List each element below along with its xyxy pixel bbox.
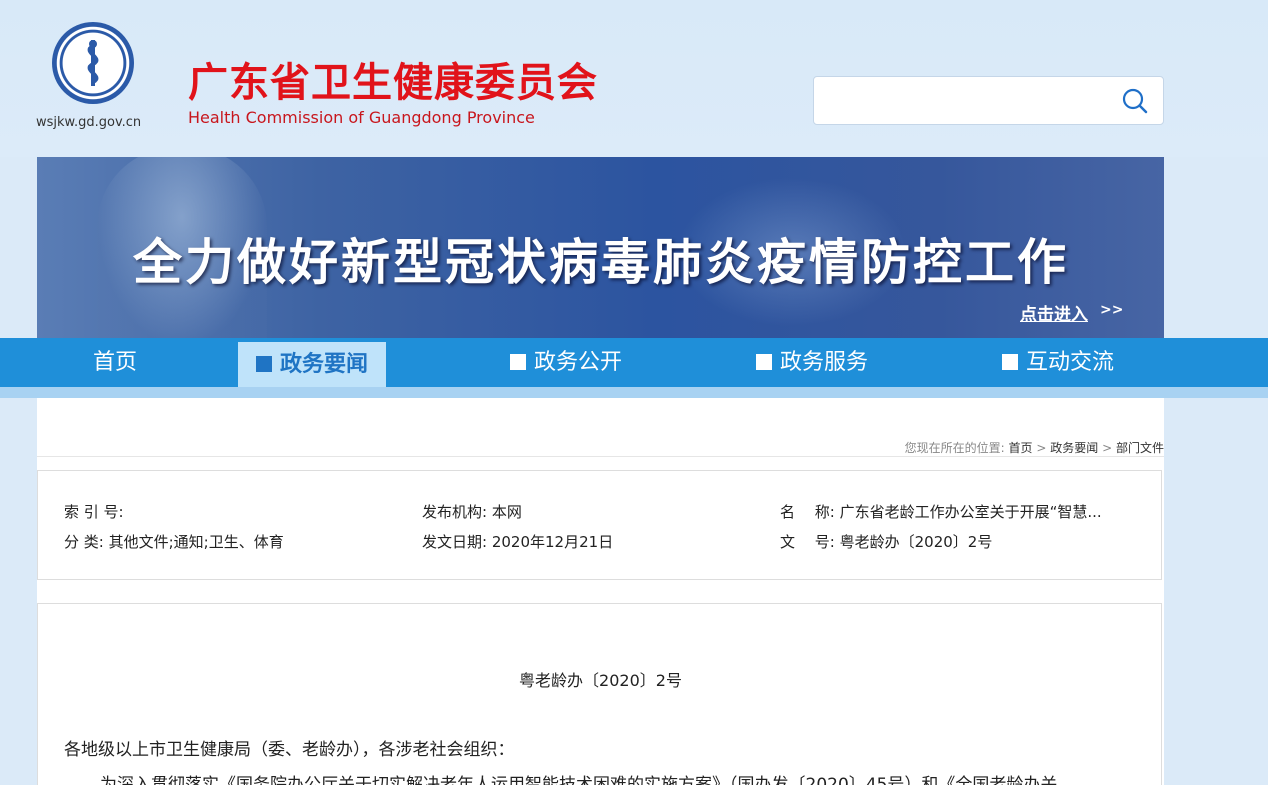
breadcrumb-separator: > [1036,441,1047,455]
nav-item-label: 政务要闻 [280,352,369,377]
breadcrumb: 您现在所在的位置: 首页 > 政务要闻 > 部门文件 [905,439,1164,456]
main-nav: 首页 政务要闻 政务公开 政务服务 互动交流 [0,338,1268,387]
site-header: wsjkw.gd.gov.cn 广东省卫生健康委员会 Health Commis… [0,0,1268,157]
doc-paragraph: 为深入贯彻落实《国务院办公厅关于切实解决老年人运用智能技术困难的实施方案》（国办… [100,775,1058,785]
document-body: 粤老龄办〔2020〕2号 各地级以上市卫生健康局（委、老龄办），各涉老社会组织：… [37,603,1162,785]
search-icon[interactable] [1121,87,1149,115]
name-value: 广东省老龄工作办公室关于开展“智慧... [839,503,1102,521]
publisher-label: 发布机构: [422,503,488,521]
index-label: 索 引 号: [64,503,124,521]
date-label: 发文日期: [422,533,488,551]
banner-headline: 全力做好新型冠状病毒肺炎疫情防控工作 [133,234,1070,291]
name-label: 名 称: [780,503,835,521]
breadcrumb-separator: > [1102,441,1113,455]
doc-salutation: 各地级以上市卫生健康局（委、老龄办），各涉老社会组织： [64,740,515,760]
banner-arrows: >> [1100,302,1124,318]
banner-enter-link[interactable]: 点击进入 [1020,300,1088,325]
search-box [813,76,1164,125]
category-value: 其他文件;通知;卫生、体育 [108,533,284,551]
search-input[interactable] [824,87,1114,115]
publisher-value: 本网 [491,503,522,521]
issue-date: 发文日期: 2020年12月21日 [422,531,613,552]
health-commission-logo-icon[interactable] [52,22,134,104]
document-icon [756,354,772,370]
chat-icon [1002,354,1018,370]
breadcrumb-news[interactable]: 政务要闻 [1050,441,1098,455]
nav-item-home[interactable]: 首页 [93,338,137,387]
epidemic-banner[interactable]: 全力做好新型冠状病毒肺炎疫情防控工作 点击进入 >> [37,157,1164,340]
category: 分 类: 其他文件;通知;卫生、体育 [64,531,284,552]
document-name: 名 称: 广东省老龄工作办公室关于开展“智慧... [780,501,1102,522]
nav-item-label: 首页 [93,350,138,375]
nav-item-gov-open[interactable]: 政务公开 [510,338,622,387]
publisher: 发布机构: 本网 [422,501,522,522]
nav-item-news[interactable]: 政务要闻 [238,342,387,387]
breadcrumb-dept-docs[interactable]: 部门文件 [1116,441,1164,455]
divider [37,456,1164,457]
docnum-label: 文 号: [780,533,835,551]
content-page: 您现在所在的位置: 首页 > 政务要闻 > 部门文件 索 引 号: 分 类: 其… [37,398,1164,785]
document-metadata: 索 引 号: 分 类: 其他文件;通知;卫生、体育 发布机构: 本网 发文日期:… [37,470,1162,580]
nav-item-gov-service[interactable]: 政务服务 [756,338,868,387]
breadcrumb-prefix: 您现在所在的位置: [904,441,1005,455]
category-label: 分 类: [64,533,104,551]
date-value: 2020年12月21日 [491,533,614,551]
docnum-value: 粤老龄办〔2020〕2号 [839,533,993,551]
site-title[interactable]: 广东省卫生健康委员会 [188,50,598,108]
nav-item-interaction[interactable]: 互动交流 [1002,338,1114,387]
site-url: wsjkw.gd.gov.cn [36,115,142,130]
index-number: 索 引 号: [64,501,124,522]
news-icon [256,356,272,372]
nav-item-label: 政务公开 [534,350,623,375]
nav-underbar [0,387,1268,398]
site-subtitle: Health Commission of Guangdong Province [188,108,535,127]
doc-number-heading: 粤老龄办〔2020〕2号 [519,671,682,690]
nav-item-label: 互动交流 [1026,350,1115,375]
breadcrumb-home[interactable]: 首页 [1009,441,1033,455]
nav-item-label: 政务服务 [780,350,869,375]
book-icon [510,354,526,370]
document-number: 文 号: 粤老龄办〔2020〕2号 [780,531,992,552]
